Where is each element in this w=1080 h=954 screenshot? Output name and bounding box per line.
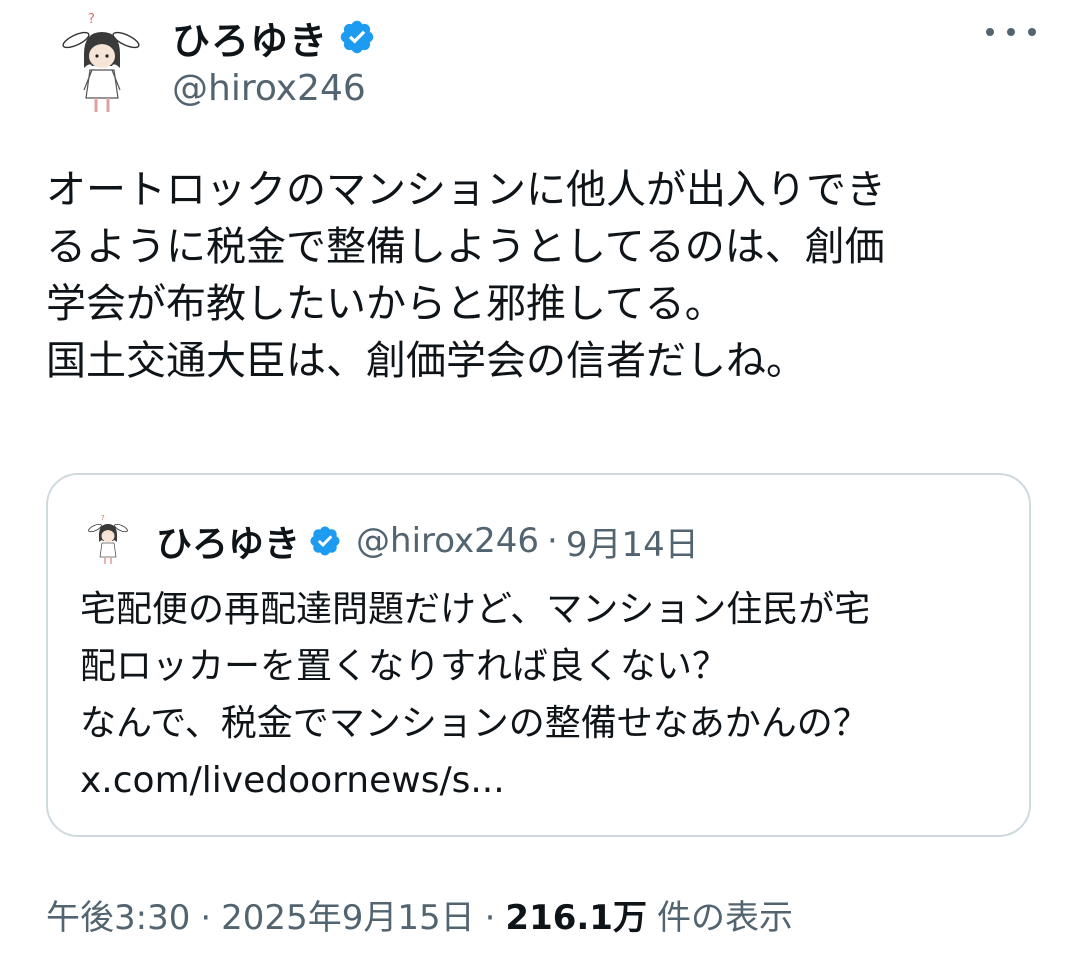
dot-icon	[986, 28, 994, 36]
meta-separator: ·	[200, 898, 212, 938]
quoted-tweet-header: ひろゆき @hirox246 · 9月14日	[156, 515, 699, 567]
verified-badge-icon	[310, 526, 340, 556]
quoted-link[interactable]: x.com/livedoornews/s...	[80, 760, 505, 801]
quoted-tweet-text: 宅配便の再配達問題だけど、マンション住民が宅 配ロッカーを置くなりすれば良くない…	[80, 581, 1020, 809]
svg-text:?: ?	[101, 514, 105, 522]
tweet-text-line: 国土交通大臣は、創価学会の信者だしね。	[46, 338, 806, 384]
tweet-text-line: オートロックのマンションに他人が出入りでき	[46, 167, 886, 213]
quoted-text-line: なんで、税金でマンションの整備せなあかんの？	[80, 703, 869, 744]
quoted-separator: ·	[547, 521, 558, 561]
tweet-date[interactable]: 2025年9月15日	[221, 890, 474, 939]
tweet-time[interactable]: 午後3:30	[46, 890, 190, 939]
verified-badge-icon	[340, 20, 374, 54]
tweet-text: オートロックのマンションに他人が出入りでき るように税金で整備しようとしてるのは…	[46, 162, 1036, 390]
avatar[interactable]: ?	[62, 10, 142, 116]
tweet: ? ひろゆき @hirox246 オートロックのマンションに他人が出入りでき る…	[0, 0, 1080, 954]
dot-icon	[1028, 28, 1036, 36]
quoted-text-line: 配ロッカーを置くなりすれば良くない？	[80, 646, 729, 687]
quoted-date[interactable]: 9月14日	[566, 517, 699, 566]
tweet-meta: 午後3:30 · 2025年9月15日 · 216.1万 件の表示	[46, 890, 793, 939]
dot-icon	[1007, 28, 1015, 36]
quoted-author-handle[interactable]: @hirox246	[356, 521, 539, 561]
author-name-row[interactable]: ひろゆき	[172, 10, 376, 65]
svg-text:?: ?	[88, 12, 95, 27]
view-count[interactable]: 216.1万	[505, 890, 647, 939]
quoted-tweet-card[interactable]: ? ひろゆき @hirox246 · 9月14日 宅配便の再配達問題だけど、マン…	[46, 473, 1031, 837]
view-count-label: 件の表示	[656, 898, 793, 938]
tweet-text-line: 学会が布教したいからと邪推してる。	[46, 281, 725, 327]
quoted-avatar: ?	[88, 514, 128, 564]
more-options-button[interactable]	[986, 20, 1036, 44]
author-display-name[interactable]: ひろゆき	[172, 10, 328, 65]
quoted-author-name[interactable]: ひろゆき	[156, 515, 300, 567]
author-handle[interactable]: @hirox246	[172, 68, 366, 109]
tweet-text-line: るように税金で整備しようとしてるのは、創価	[46, 224, 885, 270]
meta-separator: ·	[484, 898, 496, 938]
quoted-text-line: 宅配便の再配達問題だけど、マンション住民が宅	[80, 589, 871, 630]
